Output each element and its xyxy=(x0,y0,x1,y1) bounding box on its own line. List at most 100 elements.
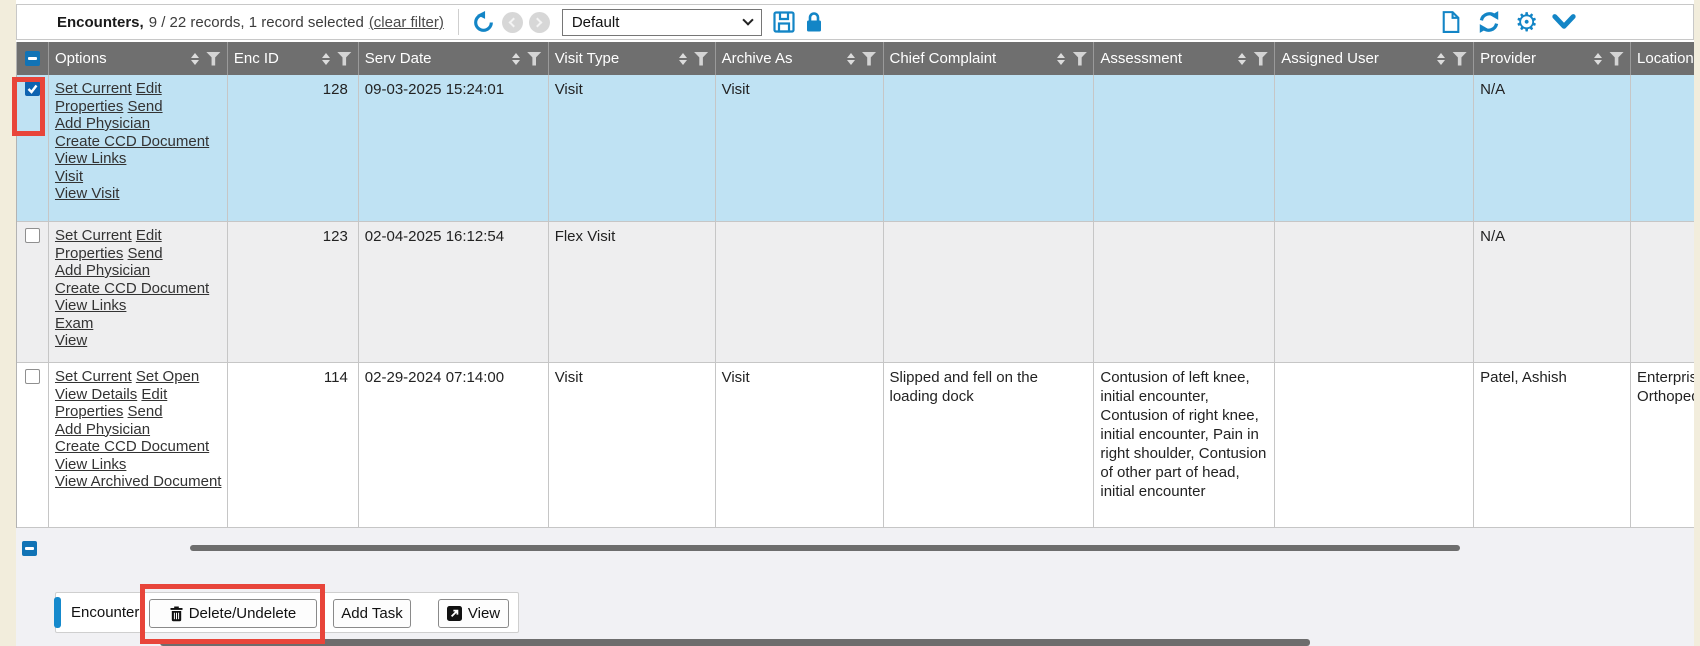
action-link[interactable]: Edit xyxy=(141,386,167,403)
filter-icon[interactable] xyxy=(527,52,542,66)
footer-action-panel: Encounter Delete/Undelete Add Task View xyxy=(55,592,519,633)
column-header-visit-type[interactable]: Visit Type xyxy=(549,42,716,75)
toolbar-divider xyxy=(458,9,459,35)
select-all-cell xyxy=(17,42,49,75)
action-link[interactable]: View Details xyxy=(55,386,137,403)
column-header-options[interactable]: Options xyxy=(49,42,228,75)
encounter-tab-label: Encounter xyxy=(71,593,139,632)
archive-as-cell: Visit xyxy=(716,363,884,527)
action-link[interactable]: Create CCD Document xyxy=(55,438,209,455)
view-select[interactable]: Default xyxy=(562,9,762,36)
sort-icon[interactable] xyxy=(847,53,855,65)
table-header-row: Options Enc ID Serv Date Visit Type Arch xyxy=(17,42,1694,75)
view-button[interactable]: View xyxy=(438,599,509,628)
column-header-serv-date[interactable]: Serv Date xyxy=(359,42,549,75)
action-link[interactable]: Edit xyxy=(136,80,162,97)
action-link[interactable]: Properties xyxy=(55,245,123,262)
add-task-button[interactable]: Add Task xyxy=(333,599,411,628)
open-in-new-icon xyxy=(447,606,462,621)
action-link[interactable]: Create CCD Document xyxy=(55,280,209,297)
action-link[interactable]: Send xyxy=(128,98,163,115)
serv-date-cell: 02-04-2025 16:12:54 xyxy=(359,222,549,362)
action-link[interactable]: View Links xyxy=(55,456,126,473)
action-link[interactable]: Set Current xyxy=(55,80,132,97)
location-cell xyxy=(1631,222,1694,362)
row-checkbox[interactable] xyxy=(25,228,40,243)
action-link[interactable]: View Links xyxy=(55,150,126,167)
action-link[interactable]: Visit xyxy=(55,168,83,185)
filter-icon[interactable] xyxy=(1253,52,1268,66)
column-header-provider[interactable]: Provider xyxy=(1474,42,1631,75)
location-cell xyxy=(1631,75,1694,221)
enc-id-cell: 128 xyxy=(228,75,359,221)
collapse-panel-chevron-icon[interactable] xyxy=(1551,11,1577,33)
action-link[interactable]: Exam xyxy=(55,315,93,332)
gear-icon[interactable]: ⚙ xyxy=(1515,9,1538,35)
serv-date-cell: 09-03-2025 15:24:01 xyxy=(359,75,549,221)
location-cell: Enterpris Orthoped xyxy=(1631,363,1694,527)
filter-icon[interactable] xyxy=(206,52,221,66)
horizontal-scrollbar[interactable] xyxy=(160,639,1310,646)
filter-icon[interactable] xyxy=(1609,52,1624,66)
assessment-cell xyxy=(1094,222,1275,362)
lock-icon[interactable] xyxy=(803,10,825,34)
page-title: Encounters, xyxy=(57,14,144,31)
archive-as-cell: Visit xyxy=(716,75,884,221)
row-checkbox[interactable] xyxy=(25,81,40,96)
column-header-assigned-user[interactable]: Assigned User xyxy=(1275,42,1474,75)
minus-icon xyxy=(25,547,34,550)
refresh-icon[interactable] xyxy=(1476,9,1502,35)
sort-icon[interactable] xyxy=(191,53,199,65)
action-link[interactable]: Add Physician xyxy=(55,115,150,132)
action-link[interactable]: Create CCD Document xyxy=(55,133,209,150)
action-link[interactable]: View Links xyxy=(55,297,126,314)
collapse-toggle[interactable] xyxy=(22,541,37,556)
column-header-chief-complaint[interactable]: Chief Complaint xyxy=(884,42,1095,75)
action-link[interactable]: Send xyxy=(128,403,163,420)
sort-icon[interactable] xyxy=(679,53,687,65)
filter-icon[interactable] xyxy=(1072,52,1087,66)
filter-icon[interactable] xyxy=(1452,52,1467,66)
action-link[interactable]: View Archived Document xyxy=(55,473,221,490)
action-link[interactable]: Properties xyxy=(55,403,123,420)
sort-icon[interactable] xyxy=(322,53,330,65)
sort-icon[interactable] xyxy=(1057,53,1065,65)
sort-icon[interactable] xyxy=(1437,53,1445,65)
action-link[interactable]: Properties xyxy=(55,98,123,115)
next-page-button[interactable] xyxy=(529,12,550,33)
column-header-location[interactable]: Location xyxy=(1631,42,1694,75)
action-link[interactable]: Add Physician xyxy=(55,421,150,438)
visit-type-cell: Flex Visit xyxy=(549,222,716,362)
select-all-checkbox[interactable] xyxy=(25,51,40,66)
undo-icon[interactable] xyxy=(471,10,496,35)
sort-icon[interactable] xyxy=(1238,53,1246,65)
filter-icon[interactable] xyxy=(694,52,709,66)
action-link[interactable]: Add Physician xyxy=(55,262,150,279)
clear-filter-link[interactable]: (clear filter) xyxy=(369,14,444,31)
action-link[interactable]: View xyxy=(55,332,87,349)
previous-page-button[interactable] xyxy=(502,12,523,33)
filter-icon[interactable] xyxy=(337,52,352,66)
filter-icon[interactable] xyxy=(862,52,877,66)
new-document-icon[interactable] xyxy=(1438,9,1463,35)
action-link[interactable]: Set Current xyxy=(55,227,132,244)
minus-icon xyxy=(28,57,37,60)
action-link[interactable]: Set Open xyxy=(136,368,199,385)
column-header-enc-id[interactable]: Enc ID xyxy=(228,42,359,75)
sort-icon[interactable] xyxy=(512,53,520,65)
delete-undelete-button[interactable]: Delete/Undelete xyxy=(149,599,317,628)
horizontal-scrollbar[interactable] xyxy=(190,545,1460,551)
column-header-archive-as[interactable]: Archive As xyxy=(716,42,884,75)
action-link[interactable]: View Visit xyxy=(55,185,119,202)
sort-icon[interactable] xyxy=(1594,53,1602,65)
action-link[interactable]: Set Current xyxy=(55,368,132,385)
row-checkbox[interactable] xyxy=(25,369,40,384)
action-link[interactable]: Send xyxy=(128,245,163,262)
chief-complaint-cell xyxy=(884,75,1095,221)
assigned-user-cell xyxy=(1275,222,1474,362)
assigned-user-cell xyxy=(1275,75,1474,221)
column-header-assessment[interactable]: Assessment xyxy=(1094,42,1275,75)
save-view-icon[interactable] xyxy=(772,10,796,34)
encounters-table: Options Enc ID Serv Date Visit Type Arch xyxy=(16,42,1694,528)
action-link[interactable]: Edit xyxy=(136,227,162,244)
